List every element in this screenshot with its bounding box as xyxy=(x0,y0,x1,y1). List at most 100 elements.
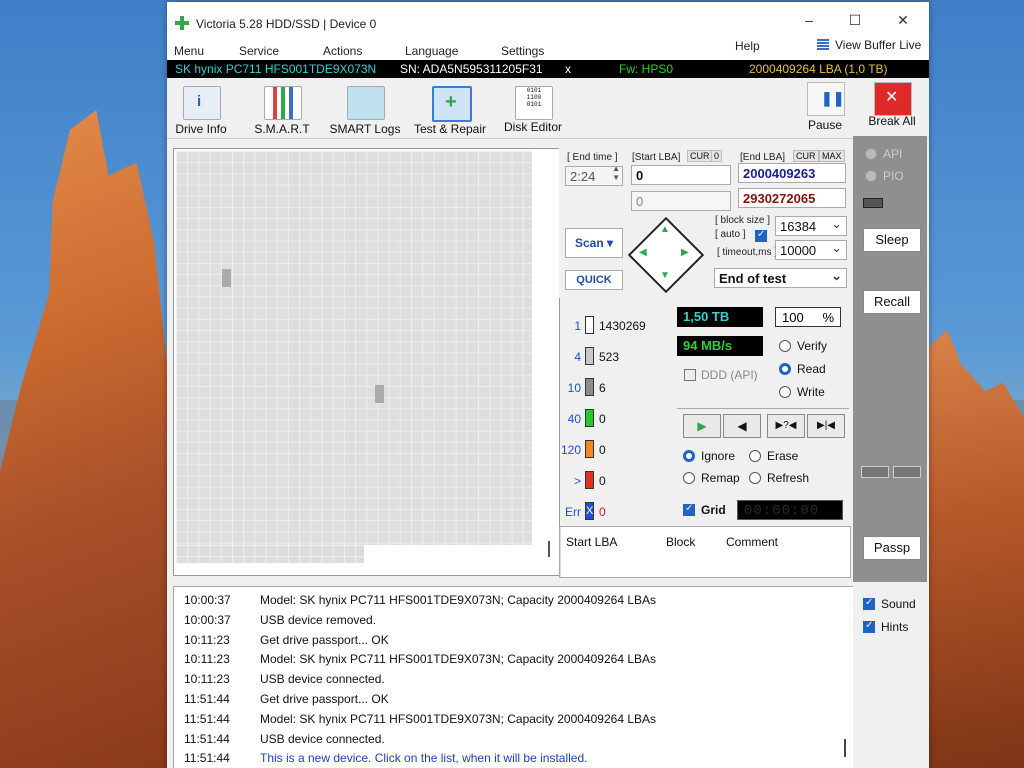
end-of-test-select[interactable]: End of test xyxy=(714,266,847,288)
remap-radio[interactable] xyxy=(683,472,695,484)
verify-label: Verify xyxy=(797,339,828,353)
log-time: 10:11:23 xyxy=(184,632,230,647)
col-block[interactable]: Block xyxy=(666,535,695,549)
scan-button[interactable]: Scan ▾ xyxy=(565,228,623,258)
skip-end-icon[interactable]: ▶|◀ xyxy=(807,414,845,438)
block-size-label: [ block size ] xyxy=(715,215,771,226)
ignore-radio[interactable] xyxy=(683,450,695,462)
disk-editor-button[interactable]: 0101 1100 0101 Disk Editor xyxy=(501,80,565,136)
pio-radio[interactable] xyxy=(865,170,877,182)
surface-grid-panel[interactable] xyxy=(173,148,560,576)
plus-icon: + xyxy=(432,86,472,122)
sound-checkbox[interactable] xyxy=(863,597,875,610)
status-led xyxy=(863,198,883,208)
ddd-label: DDD (API) xyxy=(701,368,758,382)
end-max-tag[interactable]: MAX xyxy=(819,150,845,162)
arrow-up-icon[interactable]: ▲ xyxy=(660,224,670,235)
pause-button[interactable]: ❚❚ Pause xyxy=(801,80,849,138)
menu-menu[interactable]: Menu xyxy=(174,44,204,58)
end-time-value: 2:24 xyxy=(570,169,596,184)
back-icon[interactable]: ◀ xyxy=(723,414,761,438)
recall-button[interactable]: Recall xyxy=(863,290,921,314)
log-scroll-marker[interactable] xyxy=(844,739,846,757)
start-lba-field-2[interactable]: 0 xyxy=(631,191,731,211)
smart-logs-label: SMART Logs xyxy=(329,122,401,136)
col-start-lba[interactable]: Start LBA xyxy=(566,535,617,549)
grid-checkbox[interactable] xyxy=(683,503,695,516)
menu-service[interactable]: Service xyxy=(239,44,279,58)
smart-logs-button[interactable]: SMART Logs xyxy=(327,80,403,136)
verify-radio[interactable] xyxy=(779,340,791,352)
end-lba-label: [End LBA] xyxy=(740,152,786,163)
erase-radio[interactable] xyxy=(749,450,761,462)
test-repair-button[interactable]: + Test & Repair xyxy=(413,80,487,136)
menu-language[interactable]: Language xyxy=(405,44,458,58)
sound-label: Sound xyxy=(881,597,916,611)
log-time: 11:51:44 xyxy=(184,711,230,726)
end-cur-tag[interactable]: CUR xyxy=(793,150,819,162)
menu-help[interactable]: Help xyxy=(735,39,760,53)
log-message: USB device connected. xyxy=(260,672,385,687)
category-label: > xyxy=(573,474,581,488)
category-color-box xyxy=(585,471,594,489)
timeout-select[interactable]: 10000 xyxy=(775,238,847,260)
app-window: Victoria 5.28 HDD/SSD | Device 0 – ☐ ✕ M… xyxy=(167,2,929,768)
refresh-radio[interactable] xyxy=(749,472,761,484)
indicator-2 xyxy=(893,466,921,478)
auto-checkbox[interactable] xyxy=(755,229,767,242)
start-cur-tag[interactable]: CUR xyxy=(687,150,713,162)
slow-block xyxy=(222,269,231,287)
log-message: Model: SK hynix PC711 HFS001TDE9X073N; C… xyxy=(260,593,657,607)
category-label: 1 xyxy=(574,319,581,333)
log-message: This is a new device. Click on the list,… xyxy=(260,751,588,766)
play-icon[interactable]: ▶ xyxy=(683,414,721,438)
hints-checkbox[interactable] xyxy=(863,620,875,633)
skip-unknown-icon[interactable]: ▶?◀ xyxy=(767,414,805,438)
passp-button[interactable]: Passp xyxy=(863,536,921,560)
tested-size: 1,50 TB xyxy=(677,307,763,327)
drive-bar[interactable]: SK hynix PC711 HFS001TDE9X073N SN: ADA5N… xyxy=(167,60,929,78)
write-radio[interactable] xyxy=(779,386,791,398)
end-lba-field[interactable]: 2000409263 xyxy=(738,163,846,183)
smart-button[interactable]: S.M.A.R.T xyxy=(249,80,315,136)
api-label: API xyxy=(883,147,903,161)
end-time-field[interactable]: 2:24 ▲ ▼ xyxy=(565,164,623,186)
surface-grid-tail xyxy=(176,545,364,563)
category-count: 0 xyxy=(599,474,606,488)
quick-button[interactable]: QUICK xyxy=(565,270,623,290)
api-radio[interactable] xyxy=(865,148,877,160)
sleep-button[interactable]: Sleep xyxy=(863,228,921,252)
arrow-right-icon[interactable]: ▶ xyxy=(681,247,689,258)
start-lba-field[interactable]: 0 xyxy=(631,165,731,185)
end-lba-field-2[interactable]: 2930272065 xyxy=(738,188,846,208)
minimize-button[interactable]: – xyxy=(794,10,824,30)
erase-label: Erase xyxy=(767,449,799,463)
read-radio[interactable] xyxy=(779,363,791,375)
auto-label: [ auto ] xyxy=(715,229,746,240)
timer-display: 00:00:00 xyxy=(737,500,843,520)
block-size-select[interactable]: 16384 xyxy=(775,214,847,236)
log-message: USB device connected. xyxy=(260,731,385,746)
break-all-button[interactable]: ✕ Break All xyxy=(868,80,916,138)
close-button[interactable]: ✕ xyxy=(888,10,918,30)
percent-sign: % xyxy=(822,310,834,325)
maximize-button[interactable]: ☐ xyxy=(840,10,870,30)
test-repair-label: Test & Repair xyxy=(413,122,487,136)
binary-icon: 0101 1100 0101 xyxy=(515,86,553,120)
break-all-label: Break All xyxy=(868,114,916,128)
arrow-down-icon[interactable]: ▼ xyxy=(660,270,670,281)
read-label: Read xyxy=(797,362,826,376)
menu-settings[interactable]: Settings xyxy=(501,44,544,58)
log-panel[interactable]: 10:00:37 Model: SK hynix PC711 HFS001TDE9… xyxy=(173,586,855,768)
start-cur-value[interactable]: 0 xyxy=(711,150,723,162)
menu-actions[interactable]: Actions xyxy=(323,44,362,58)
drive-lba: 2000409264 LBA (1,0 TB) xyxy=(749,62,888,76)
drive-info-button[interactable]: i Drive Info xyxy=(171,80,231,136)
ddd-checkbox[interactable] xyxy=(684,369,696,381)
arrow-left-icon[interactable]: ◀ xyxy=(639,247,647,258)
col-comment[interactable]: Comment xyxy=(726,535,778,549)
speed-display: 94 MB/s xyxy=(677,336,763,356)
defect-table[interactable]: Start LBA Block Comment xyxy=(559,526,851,578)
view-buffer-live[interactable]: View Buffer Live xyxy=(835,38,921,52)
drive-close[interactable]: x xyxy=(565,62,571,76)
